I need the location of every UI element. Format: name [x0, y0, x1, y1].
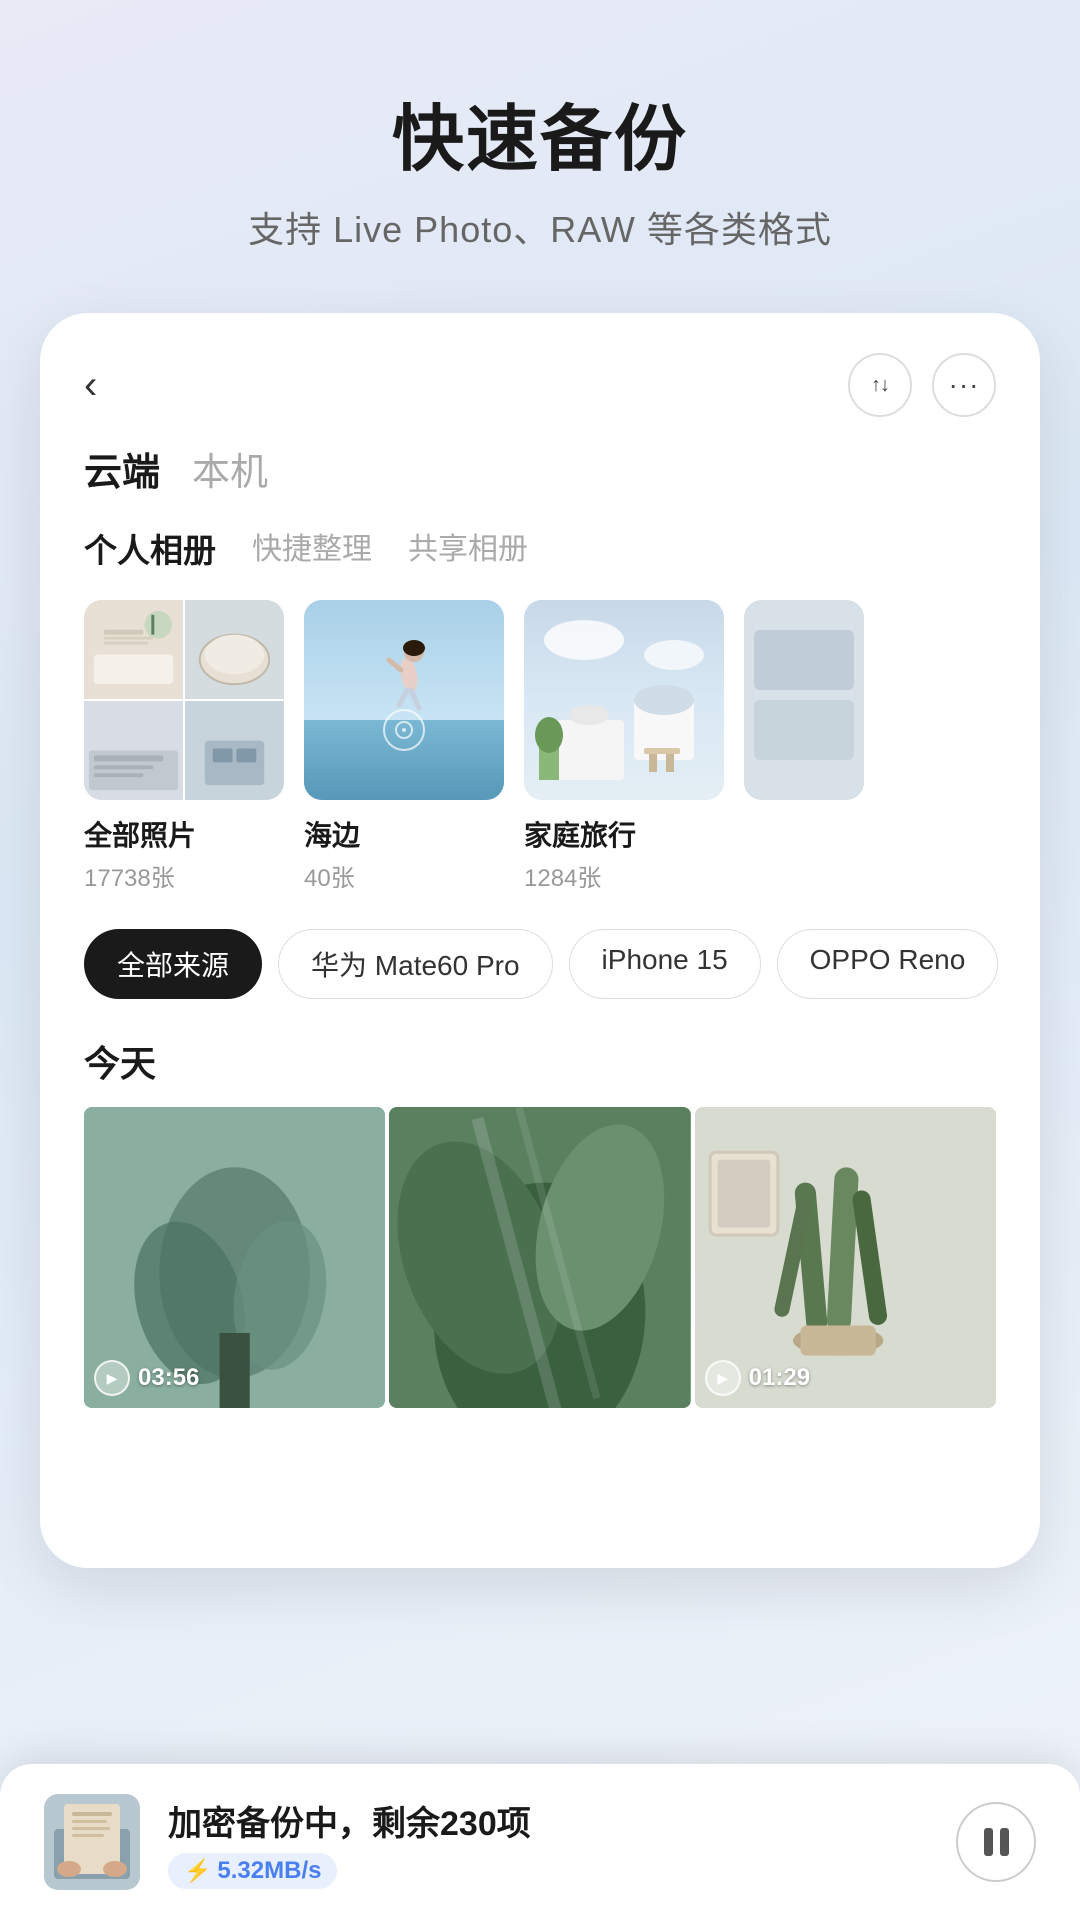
- page-subtitle: 支持 Live Photo、RAW 等各类格式: [60, 201, 1020, 253]
- photo-cell-2[interactable]: [389, 1107, 690, 1408]
- album-count-family: 1284张: [524, 858, 724, 893]
- album-count-beach: 40张: [304, 858, 504, 893]
- album-name-all: 全部照片: [84, 814, 284, 854]
- page-title: 快速备份: [60, 80, 1020, 185]
- bottom-spacer: [40, 1408, 1040, 1568]
- thumb-cell: [84, 701, 183, 800]
- page-header: 快速备份 支持 Live Photo、RAW 等各类格式: [0, 0, 1080, 293]
- tab-local[interactable]: 本机: [192, 441, 268, 500]
- chip-iphone[interactable]: iPhone 15: [569, 929, 761, 999]
- thumb-cell: [185, 600, 284, 699]
- photo-cell-1[interactable]: ▶ 03:56: [84, 1107, 385, 1408]
- photo-cell-3[interactable]: ▶ 01:29: [695, 1107, 996, 1408]
- album-row: 全部照片 17738张: [40, 600, 1040, 893]
- album-item-family[interactable]: 家庭旅行 1284张: [524, 600, 724, 893]
- album-count-all: 17738张: [84, 858, 284, 893]
- subtab-shared[interactable]: 共享相册: [408, 524, 528, 572]
- chip-oppo[interactable]: OPPO Reno: [777, 929, 999, 999]
- phone-card: ‹ ↑↓ ··· 云端 本机 个人相册 快捷整理 共享相册: [40, 313, 1040, 1568]
- album-item-beach[interactable]: 海边 40张: [304, 600, 504, 893]
- sort-icon-button[interactable]: ↑↓: [848, 353, 912, 417]
- backup-info: 加密备份中，剩余230项 ⚡ 5.32MB/s: [168, 1796, 928, 1889]
- speed-text: 5.32MB/s: [217, 1857, 321, 1885]
- album-item-all[interactable]: 全部照片 17738张: [84, 600, 284, 893]
- album-name-beach: 海边: [304, 814, 504, 854]
- sub-tabs: 个人相册 快捷整理 共享相册: [40, 524, 1040, 600]
- main-tabs: 云端 本机: [40, 441, 1040, 524]
- subtab-quick[interactable]: 快捷整理: [252, 524, 372, 572]
- more-icon: ···: [949, 369, 980, 401]
- play-icon-3: ▶: [705, 1360, 741, 1396]
- album-thumb-beach: [304, 600, 504, 800]
- subtab-personal[interactable]: 个人相册: [84, 524, 216, 572]
- card-topbar: ‹ ↑↓ ···: [40, 353, 1040, 441]
- play-icon-1: ▶: [94, 1360, 130, 1396]
- album-item-partial[interactable]: [744, 600, 864, 893]
- back-button[interactable]: ‹: [84, 363, 97, 408]
- video-badge-1: ▶ 03:56: [94, 1360, 199, 1396]
- backup-speed-badge: ⚡ 5.32MB/s: [168, 1853, 337, 1889]
- pause-bar-right: [1000, 1828, 1009, 1856]
- tab-cloud[interactable]: 云端: [84, 441, 160, 500]
- thumb-cell: [185, 701, 284, 800]
- sort-icon: ↑↓: [871, 374, 889, 397]
- video-badge-3: ▶ 01:29: [705, 1360, 810, 1396]
- album-thumb-partial: [744, 600, 864, 800]
- source-chips: 全部来源 华为 Mate60 Pro iPhone 15 OPPO Reno: [40, 893, 1040, 1019]
- video-duration-1: 03:56: [138, 1364, 199, 1392]
- photo-image-2: [389, 1107, 690, 1408]
- today-section-title: 今天: [40, 1019, 1040, 1107]
- pause-button[interactable]: [956, 1802, 1036, 1882]
- album-thumb-all: [84, 600, 284, 800]
- backup-bar: 加密备份中，剩余230项 ⚡ 5.32MB/s: [0, 1764, 1080, 1920]
- chip-all[interactable]: 全部来源: [84, 929, 262, 999]
- thumb-cell: [84, 600, 183, 699]
- pause-bar-left: [984, 1828, 993, 1856]
- video-duration-3: 01:29: [749, 1364, 810, 1392]
- backup-thumbnail: [44, 1794, 140, 1890]
- backup-title: 加密备份中，剩余230项: [168, 1796, 928, 1845]
- album-name-family: 家庭旅行: [524, 814, 724, 854]
- lightning-icon: ⚡: [184, 1858, 211, 1884]
- chip-huawei[interactable]: 华为 Mate60 Pro: [278, 929, 553, 999]
- more-menu-button[interactable]: ···: [932, 353, 996, 417]
- topbar-right: ↑↓ ···: [848, 353, 996, 417]
- pause-icon: [984, 1828, 1009, 1856]
- backup-thumb-image: [44, 1794, 140, 1890]
- album-thumb-family: [524, 600, 724, 800]
- photo-grid: ▶ 03:56: [40, 1107, 1040, 1408]
